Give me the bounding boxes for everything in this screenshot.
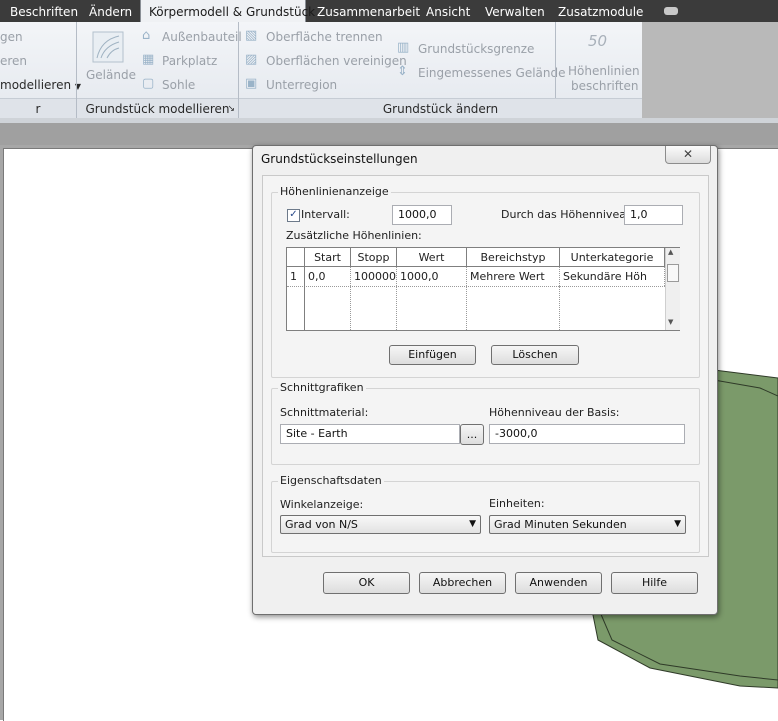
help-button[interactable]: Hilfe bbox=[611, 572, 698, 594]
column-header-stopp[interactable]: Stopp bbox=[351, 248, 397, 267]
cancel-button[interactable]: Abbrechen bbox=[419, 572, 506, 594]
aussenbauteil-button[interactable]: Außenbauteil bbox=[162, 30, 242, 44]
units-label: Einheiten: bbox=[489, 497, 545, 510]
column-divider bbox=[466, 286, 467, 330]
ribbon-left-item-1[interactable]: gen bbox=[0, 30, 23, 44]
angle-display-label: Winkelanzeige: bbox=[280, 498, 364, 511]
dialog-launcher-icon[interactable]: ↘ bbox=[227, 99, 235, 119]
tab-beschriften[interactable]: Beschriften bbox=[10, 0, 78, 22]
section-material-input[interactable]: Site - Earth bbox=[280, 424, 460, 444]
gelaende-label: Gelände bbox=[86, 68, 136, 82]
pad-icon: ▢ bbox=[142, 76, 155, 91]
units-value: Grad Minuten Sekunden bbox=[494, 518, 627, 531]
panel-grundstueck-aendern-label: Grundstück ändern bbox=[382, 102, 499, 116]
interval-input[interactable]: 1000,0 bbox=[392, 205, 452, 225]
scroll-up-icon[interactable]: ▲ bbox=[668, 248, 673, 256]
parkplatz-button[interactable]: Parkplatz bbox=[162, 54, 217, 68]
building-pad-icon: ⌂ bbox=[142, 28, 151, 43]
column-header-bereichstyp[interactable]: Bereichstyp bbox=[467, 248, 560, 267]
tab-koerpermodell-grundstueck[interactable]: Körpermodell & Grundstück bbox=[140, 0, 315, 22]
apply-button[interactable]: Anwenden bbox=[515, 572, 602, 594]
property-line-icon: ▥ bbox=[397, 40, 410, 55]
dialog-title: Grundstückseinstellungen bbox=[261, 152, 418, 166]
insert-button[interactable]: Einfügen bbox=[389, 345, 476, 365]
column-divider bbox=[350, 286, 351, 330]
ribbon-empty-area bbox=[642, 22, 778, 118]
column-divider bbox=[396, 286, 397, 330]
scrollbar-thumb[interactable] bbox=[667, 264, 679, 282]
table-row-header-corner bbox=[287, 248, 305, 267]
pass-through-label: Durch das Höhenniveau: bbox=[501, 208, 637, 221]
column-header-wert[interactable]: Wert bbox=[397, 248, 467, 267]
chevron-down-icon: ▼ bbox=[674, 519, 681, 529]
eingemessenes-gelaende-button[interactable]: Eingemessenes Gelände bbox=[418, 66, 566, 80]
column-header-unterkategorie[interactable]: Unterkategorie bbox=[560, 248, 665, 267]
contour-display-group-title: Höhenlinienanzeige bbox=[278, 185, 391, 198]
table-row-index[interactable]: 1 bbox=[287, 267, 305, 286]
ribbon-tab-bar: Beschriften Ändern Körpermodell & Grunds… bbox=[0, 0, 778, 22]
sohle-button[interactable]: Sohle bbox=[162, 78, 195, 92]
cell-stopp[interactable]: 100000 bbox=[351, 267, 397, 286]
oberflaechen-vereinigen-button[interactable]: Oberflächen vereinigen bbox=[266, 54, 407, 68]
row-header-divider bbox=[304, 286, 305, 330]
panel-grundstueck-aendern-footer: Grundstück ändern bbox=[239, 98, 642, 119]
close-icon[interactable]: ✕ bbox=[665, 146, 711, 164]
grundstuecksgrenze-button[interactable]: Grundstücksgrenze bbox=[418, 42, 534, 56]
angle-display-value: Grad von N/S bbox=[285, 518, 358, 531]
ribbon-panel-area: gen eren modellieren ▼ Gelände ⌂ Außenba… bbox=[0, 22, 642, 119]
split-surface-icon: ▧ bbox=[245, 28, 258, 43]
oberflaeche-trennen-button[interactable]: Oberfläche trennen bbox=[266, 30, 383, 44]
section-material-browse-button[interactable]: ... bbox=[460, 424, 484, 445]
additional-contours-label: Zusätzliche Höhenlinien: bbox=[286, 229, 422, 242]
ribbon-left-item-2[interactable]: eren bbox=[0, 54, 27, 68]
merge-surfaces-icon: ▨ bbox=[245, 52, 258, 67]
panel-left-footer: r bbox=[0, 98, 76, 119]
base-elevation-label: Höhenniveau der Basis: bbox=[489, 406, 620, 419]
additional-contours-table: Start Stopp Wert Bereichstyp Unterkatego… bbox=[286, 247, 680, 331]
units-select[interactable]: Grad Minuten Sekunden ▼ bbox=[489, 515, 686, 534]
ribbon-left-item-3-label: modellieren bbox=[0, 78, 72, 92]
panel-grundstueck-modellieren-footer: Grundstück modellieren ↘ bbox=[77, 98, 238, 119]
cell-wert[interactable]: 1000,0 bbox=[397, 267, 467, 286]
cell-bereichstyp[interactable]: Mehrere Wert bbox=[467, 267, 560, 286]
interval-checkbox[interactable]: ✓ bbox=[287, 209, 300, 222]
hoehenlinien-beschriften-button[interactable]: 50 Höhenlinien beschriften bbox=[560, 26, 640, 96]
graded-region-icon: ⇕ bbox=[397, 64, 408, 79]
cell-start[interactable]: 0,0 bbox=[305, 267, 351, 286]
parking-icon: ▦ bbox=[142, 52, 155, 67]
column-header-start[interactable]: Start bbox=[305, 248, 351, 267]
hoehenlinien-label-line1: Höhenlinien bbox=[568, 64, 640, 78]
tab-verwalten[interactable]: Verwalten bbox=[485, 0, 545, 22]
toposurface-icon bbox=[92, 31, 124, 63]
gelaende-button[interactable]: Gelände bbox=[82, 26, 136, 94]
panel-grundstueck-modellieren-label: Grundstück modellieren bbox=[85, 102, 230, 116]
tab-zusammenarbeit[interactable]: Zusammenarbeit bbox=[317, 0, 420, 22]
section-graphics-group-title: Schnittgrafiken bbox=[278, 381, 366, 394]
tab-aendern[interactable]: Ändern bbox=[89, 0, 132, 22]
table-scrollbar[interactable]: ▲ ▼ bbox=[665, 248, 680, 330]
panel-left-footer-label: r bbox=[35, 102, 41, 116]
tab-ansicht[interactable]: Ansicht bbox=[426, 0, 470, 22]
subregion-icon: ▣ bbox=[245, 76, 258, 91]
chevron-down-icon: ▼ bbox=[469, 519, 476, 529]
hoehenlinien-label-line2: beschriften bbox=[571, 79, 639, 93]
interval-label: Intervall: bbox=[301, 208, 350, 221]
scroll-down-icon[interactable]: ▼ bbox=[668, 318, 673, 326]
delete-button[interactable]: Löschen bbox=[491, 345, 579, 365]
base-elevation-input[interactable]: -3000,0 bbox=[489, 424, 685, 444]
column-divider bbox=[559, 286, 560, 330]
property-data-group-title: Eigenschaftsdaten bbox=[278, 474, 384, 487]
cell-unterkategorie[interactable]: Sekundäre Höh bbox=[560, 267, 665, 286]
angle-display-select[interactable]: Grad von N/S ▼ bbox=[280, 515, 481, 534]
contour-label-icon: 50 bbox=[588, 32, 608, 50]
table-empty-row[interactable] bbox=[287, 286, 665, 331]
ribbon-left-item-3[interactable]: modellieren ▼ bbox=[0, 78, 81, 92]
ribbon-minimize-toggle-icon[interactable] bbox=[664, 7, 678, 15]
tab-zusatzmodule[interactable]: Zusatzmodule bbox=[558, 0, 643, 22]
ok-button[interactable]: OK bbox=[323, 572, 410, 594]
section-material-label: Schnittmaterial: bbox=[280, 406, 369, 419]
pass-through-input[interactable]: 1,0 bbox=[624, 205, 683, 225]
options-bar-highlight bbox=[0, 118, 778, 123]
unterregion-button[interactable]: Unterregion bbox=[266, 78, 337, 92]
